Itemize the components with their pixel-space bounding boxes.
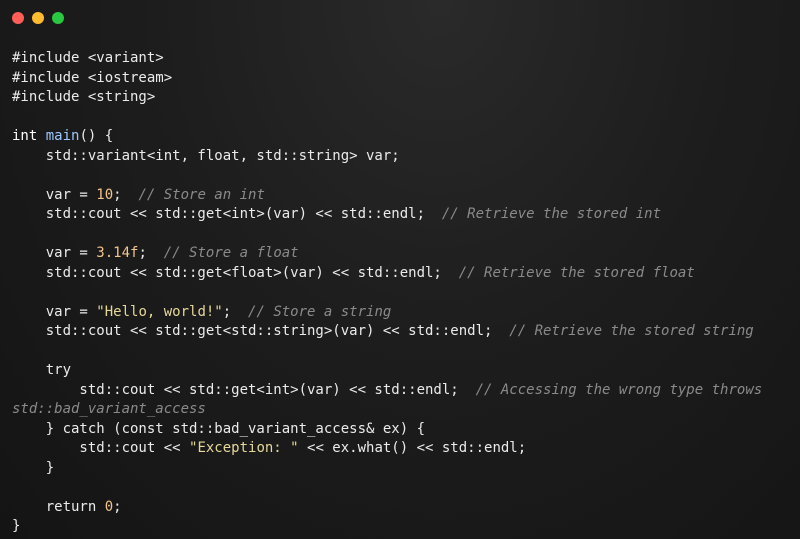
code-token: main [45,128,80,144]
code-window: #include <variant> #include <iostream> #in… [0,0,800,539]
code-token: #include <string> [12,89,156,105]
code-token: "Exception: " [189,440,299,456]
code-comment: // Accessing the wrong type throws [475,381,763,398]
code-line: std::cout << std::get<int>(var) << std::… [12,381,800,401]
code-token: std::cout << std::get<std::string>(var) … [12,323,510,339]
code-comment: // Store an int [138,186,265,203]
code-line: std::bad_variant_access [12,400,800,420]
code-line: #include <string> [12,88,800,108]
code-token: #include <iostream> [12,69,173,86]
code-token: } catch (const std::bad_variant_access& … [12,420,426,437]
code-token: try [12,362,72,378]
code-line: std::cout << std::get<std::string>(var) … [12,322,800,342]
code-token: () { [79,128,114,144]
code-token: std::cout << std::get<float>(var) << std… [12,264,459,281]
code-comment: std::bad_variant_access [12,401,206,417]
code-line: } [12,459,800,479]
code-token: std::cout << [12,440,190,456]
code-comment: // Retrieve the stored float [458,264,695,281]
code-line: int main() { [12,127,800,147]
maximize-window-icon[interactable] [52,12,64,24]
code-line: std::cout << std::get<float>(var) << std… [12,264,800,284]
code-token: int [12,128,46,144]
close-window-icon[interactable] [12,12,24,24]
window-titlebar [0,0,800,36]
code-token: #include <variant> [12,50,164,66]
code-token: } [12,518,21,534]
code-token: 3.14f [96,245,139,261]
code-token: std::cout << std::get<int>(var) << std::… [12,381,476,398]
minimize-window-icon[interactable] [32,12,44,24]
code-line: std::cout << std::get<int>(var) << std::… [12,205,800,225]
code-line: return 0; [12,498,800,518]
code-token: } [12,459,55,476]
code-token: std::cout << std::get<int>(var) << std::… [12,206,442,222]
code-token: return [12,498,105,515]
code-line: try [12,361,800,381]
code-line: #include <variant> [12,49,800,69]
code-line: #include <iostream> [12,69,800,89]
code-token: 0 [104,498,114,515]
code-token: ; [113,186,139,203]
code-token: var = [12,186,97,203]
code-line: std::variant<int, float, std::string> va… [12,147,800,167]
code-line: var = "Hello, world!"; // Store a string [12,303,800,323]
code-comment: // Retrieve the stored string [509,323,754,339]
code-token: ; [222,303,249,320]
code-line: } [12,517,800,537]
code-token: "Hello, world!" [96,303,223,320]
code-token: var = [12,245,97,261]
code-block: #include <variant> #include <iostream> #in… [12,49,800,537]
code-comment: // Retrieve the stored int [441,206,662,222]
code-comment: // Store a float [163,245,299,261]
code-line: std::cout << "Exception: " << ex.what() … [12,439,800,459]
code-token: ; [113,498,122,515]
code-token: std::variant<int, float, std::string> va… [12,147,400,164]
code-token: << ex.what() << std::endl; [298,440,527,456]
code-line: var = 3.14f; // Store a float [12,244,800,264]
code-token: ; [138,245,164,261]
code-line: } catch (const std::bad_variant_access& … [12,420,800,440]
code-comment: // Store a string [248,303,392,320]
code-line: var = 10; // Store an int [12,186,800,206]
code-token: var = [12,303,97,320]
code-token: 10 [96,186,114,203]
